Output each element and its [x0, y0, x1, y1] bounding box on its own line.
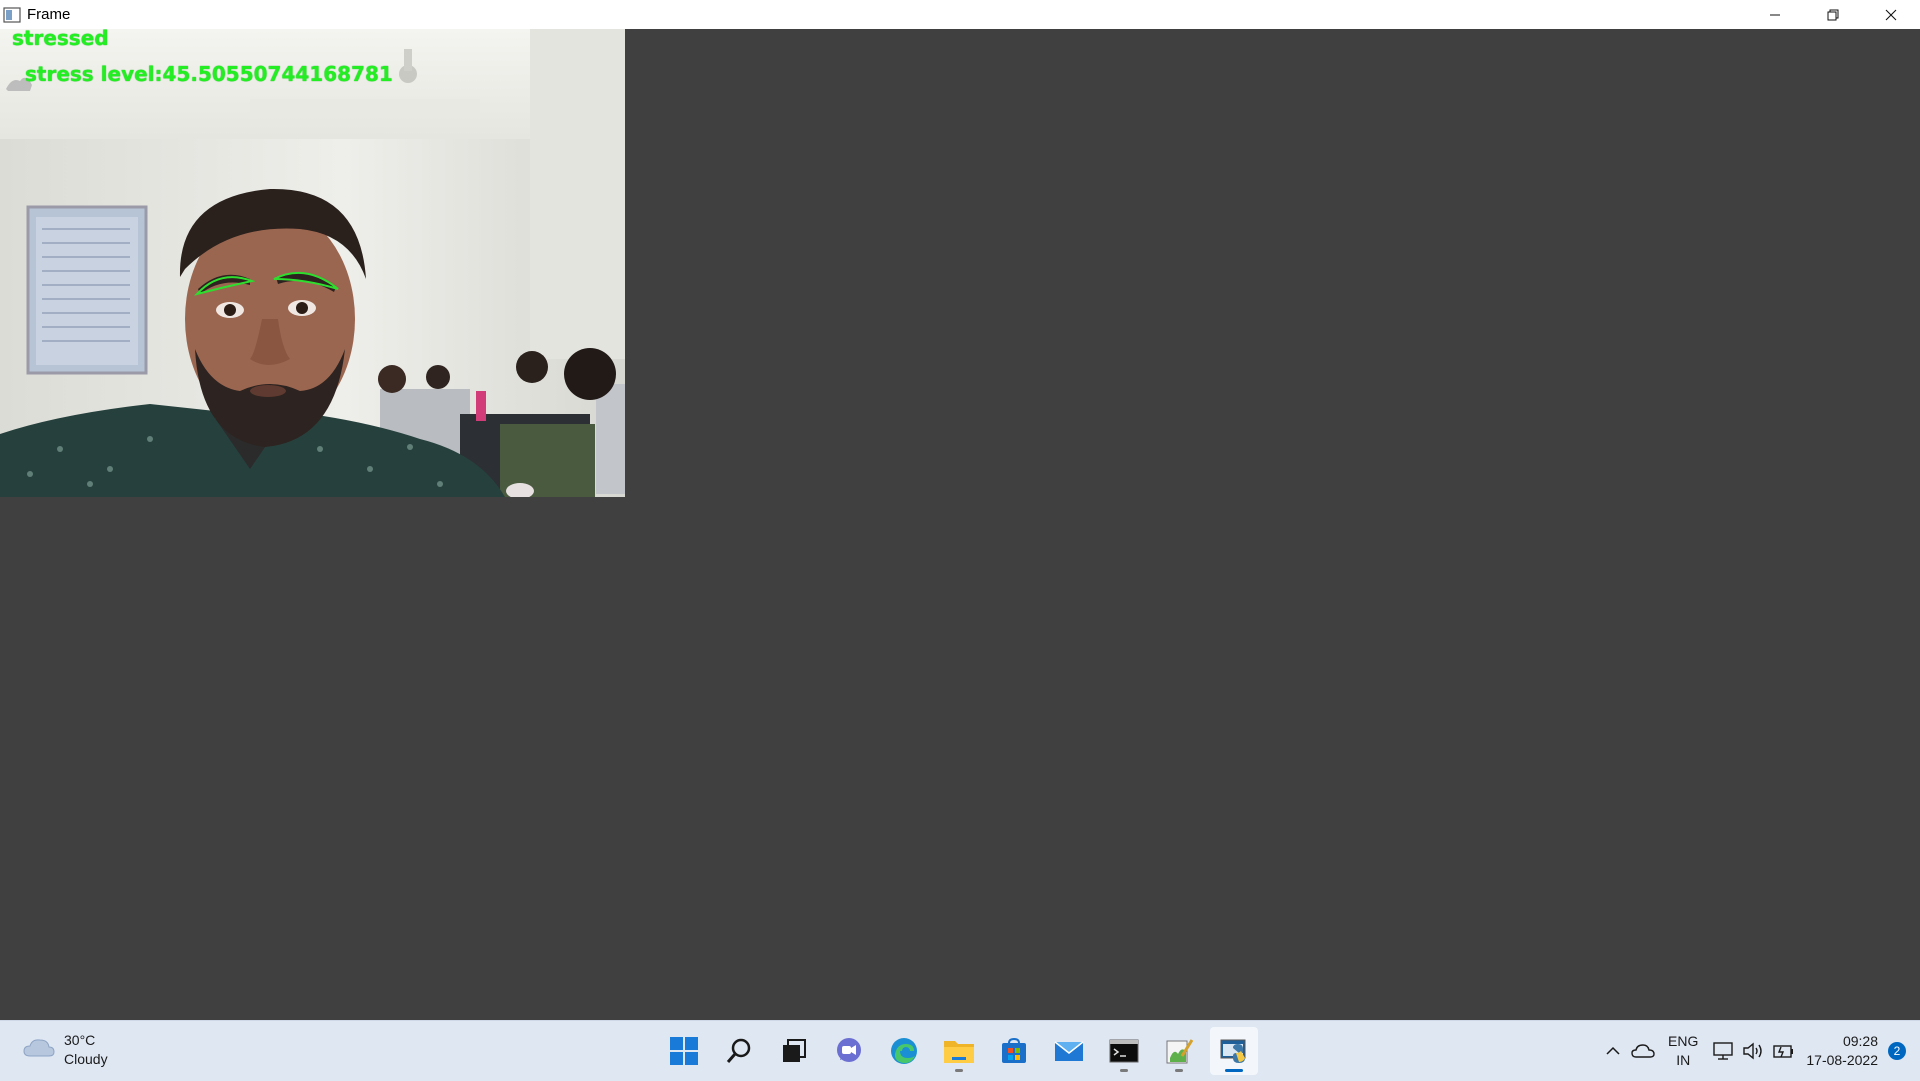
edge-icon: [891, 1038, 917, 1064]
stress-level-label: stress level:45.50550744168781: [25, 62, 393, 86]
mail-icon: [1054, 1041, 1084, 1061]
task-view-button[interactable]: [770, 1027, 818, 1075]
running-indicator: [1175, 1069, 1183, 1072]
close-button[interactable]: [1862, 0, 1920, 29]
running-indicator: [1120, 1069, 1128, 1072]
mail-button[interactable]: [1045, 1027, 1093, 1075]
window-title: Frame: [27, 6, 71, 23]
title-bar: Frame: [0, 0, 1920, 29]
notification-badge[interactable]: 2: [1888, 1042, 1906, 1060]
cloud-icon: [22, 1036, 56, 1065]
language-primary: ENG: [1668, 1033, 1699, 1049]
search-icon: [726, 1038, 751, 1063]
volume-icon: [1743, 1042, 1763, 1060]
camera-frame: stressed stress level:45.50550744168781: [0, 29, 625, 497]
weather-widget[interactable]: 30°C Cloudy: [22, 1031, 108, 1069]
python-button[interactable]: [1210, 1027, 1258, 1075]
search-button[interactable]: [715, 1027, 763, 1075]
cloud-icon: [1631, 1044, 1655, 1058]
minimize-icon: [1770, 14, 1780, 15]
notepad-icon: [1166, 1039, 1194, 1064]
clock-time: 09:28: [1842, 1033, 1878, 1049]
weather-condition: Cloudy: [64, 1051, 108, 1067]
stress-status-label: stressed: [12, 29, 109, 50]
start-icon: [670, 1037, 698, 1065]
language-indicator[interactable]: ENG IN: [1668, 1032, 1698, 1070]
weather-temperature: 30°C: [64, 1032, 96, 1048]
store-icon: [1002, 1037, 1026, 1063]
file-explorer-button[interactable]: [935, 1027, 983, 1075]
camera-image: [0, 29, 625, 497]
file-explorer-icon: [944, 1041, 974, 1063]
window-controls: [1746, 0, 1920, 29]
taskbar-apps: [660, 1027, 1265, 1075]
teams-chat-button[interactable]: [825, 1027, 873, 1075]
terminal-button[interactable]: [1100, 1027, 1148, 1075]
network-icon: [1713, 1042, 1734, 1060]
taskbar: 30°C Cloudy ENG IN 09:28 17-08-2022 2: [0, 1020, 1920, 1081]
task-view-icon: [783, 1039, 806, 1062]
store-button[interactable]: [990, 1027, 1038, 1075]
close-icon: [1885, 9, 1897, 20]
battery-button[interactable]: [1768, 1036, 1798, 1066]
onedrive-button[interactable]: [1628, 1036, 1658, 1066]
python-icon: [1220, 1039, 1246, 1063]
system-tray: ENG IN 09:28 17-08-2022 2: [1598, 1021, 1920, 1081]
restore-button[interactable]: [1804, 0, 1862, 29]
language-secondary: IN: [1676, 1052, 1691, 1068]
restore-icon: [1827, 9, 1839, 20]
running-indicator: [1225, 1069, 1243, 1072]
chevron-up-icon: [1606, 1046, 1620, 1055]
minimize-button[interactable]: [1746, 0, 1804, 29]
clock-date: 17-08-2022: [1806, 1052, 1878, 1068]
edge-button[interactable]: [880, 1027, 928, 1075]
running-indicator: [955, 1069, 963, 1072]
clock[interactable]: 09:28 17-08-2022: [1806, 1032, 1878, 1070]
network-button[interactable]: [1708, 1036, 1738, 1066]
start-button[interactable]: [660, 1027, 708, 1075]
window-client: stressed stress level:45.50550744168781: [0, 29, 1920, 1020]
app-icon: [3, 6, 21, 24]
teams-chat-icon: [837, 1038, 861, 1062]
volume-button[interactable]: [1738, 1036, 1768, 1066]
show-hidden-icons-button[interactable]: [1598, 1036, 1628, 1066]
notepad-button[interactable]: [1155, 1027, 1203, 1075]
battery-icon: [1773, 1045, 1794, 1058]
terminal-icon: [1109, 1039, 1139, 1063]
